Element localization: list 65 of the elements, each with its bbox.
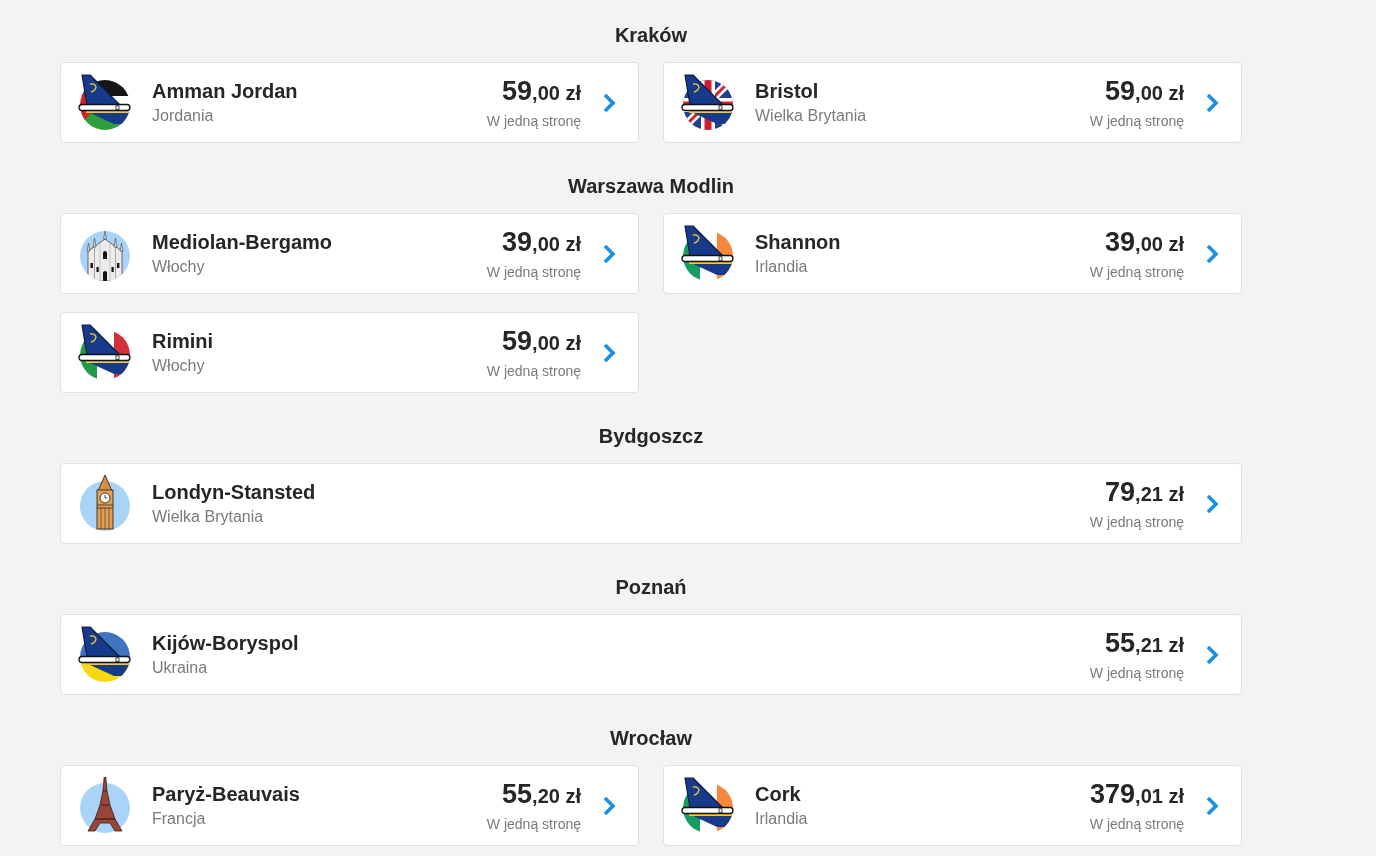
chevron-right-icon [1205, 794, 1219, 817]
fare-type-text: W jedną stronę [486, 814, 581, 833]
destination-country: Jordania [152, 106, 214, 126]
chevron-right-icon [1205, 91, 1219, 114]
fare-type-text: W jedną stronę [486, 262, 581, 281]
destination-country: Wielka Brytania [755, 106, 867, 126]
origin-heading: Wrocław [610, 726, 692, 750]
destination-card[interactable]: Paryż-Beauvais Francja 55,20 zł W jedną stronę [60, 765, 639, 846]
destination-card[interactable]: Shannon Irlandia 39,00 zł W jedną stronę [663, 213, 1242, 294]
plane-tail-flag-icon [679, 73, 735, 130]
price-text: 379,01 zł [1090, 778, 1184, 811]
price-text: 39,00 zł [1105, 226, 1184, 259]
chevron-right-icon [602, 341, 616, 364]
destination-city: Shannon [755, 230, 841, 254]
destination-card[interactable]: Cork Irlandia 379,01 zł W jedną stronę [663, 765, 1242, 846]
price-text: 79,21 zł [1105, 476, 1184, 509]
destination-city: Mediolan-Bergamo [152, 230, 333, 254]
plane-tail-flag-icon [76, 73, 132, 130]
destination-country: Irlandia [755, 257, 808, 277]
price-text: 59,00 zł [502, 325, 581, 358]
fare-type-text: W jedną stronę [1089, 111, 1184, 130]
plane-tail-flag-icon [76, 625, 132, 682]
plane-tail-flag-icon [76, 323, 132, 380]
chevron-right-icon [602, 242, 616, 265]
destination-country: Włochy [152, 356, 205, 376]
chevron-right-icon [602, 794, 616, 817]
destination-card[interactable]: Kijów-Boryspol Ukraina 55,21 zł W jedną stronę [60, 614, 1242, 695]
fare-type-text: W jedną stronę [486, 361, 581, 380]
price-text: 55,21 zł [1105, 627, 1184, 660]
chevron-right-icon [1205, 242, 1219, 265]
price-text: 59,00 zł [502, 75, 581, 108]
destination-city: Kijów-Boryspol [152, 631, 299, 655]
price-text: 59,00 zł [1105, 75, 1184, 108]
destination-city: Paryż-Beauvais [152, 782, 300, 806]
chevron-right-icon [1205, 492, 1219, 515]
origin-heading: Kraków [614, 23, 688, 47]
plane-tail-flag-icon [679, 776, 735, 833]
destination-city: Bristol [755, 79, 819, 103]
destination-city: Rimini [152, 329, 214, 353]
destination-country: Włochy [152, 257, 205, 277]
fare-type-text: W jedną stronę [486, 111, 581, 130]
fare-type-text: W jedną stronę [1089, 663, 1184, 682]
origin-heading: Bydgoszcz [598, 424, 704, 448]
fare-type-text: W jedną stronę [1089, 814, 1184, 833]
destination-card[interactable]: Bristol Wielka Brytania 59,00 zł W jedną stronę [663, 62, 1242, 143]
destination-city: Amman Jordan [152, 79, 298, 103]
price-text: 39,00 zł [502, 226, 581, 259]
price-text: 55,20 zł [502, 778, 581, 811]
destination-country: Francja [152, 809, 206, 829]
fare-type-text: W jedną stronę [1089, 262, 1184, 281]
destination-card[interactable]: Rimini Włochy 59,00 zł W jedną stronę [60, 312, 639, 393]
destination-country: Wielka Brytania [152, 507, 264, 527]
destination-card[interactable]: Londyn-Stansted Wielka Brytania 79,21 zł W jedną stronę [60, 463, 1242, 544]
destination-country: Ukraina [152, 658, 208, 678]
origin-heading: Warszawa Modlin [568, 174, 734, 198]
destination-card[interactable]: Amman Jordan Jordania 59,00 zł W jedną stronę [60, 62, 639, 143]
destination-country: Irlandia [755, 809, 808, 829]
destination-card[interactable]: Mediolan-Bergamo Włochy 39,00 zł W jedną stronę [60, 213, 639, 294]
chevron-right-icon [1205, 643, 1219, 666]
fare-type-text: W jedną stronę [1089, 512, 1184, 531]
destination-city: Londyn-Stansted [152, 480, 316, 504]
plane-tail-flag-icon [679, 224, 735, 281]
chevron-right-icon [602, 91, 616, 114]
destination-city: Cork [755, 782, 801, 806]
origin-heading: Poznań [615, 575, 687, 599]
